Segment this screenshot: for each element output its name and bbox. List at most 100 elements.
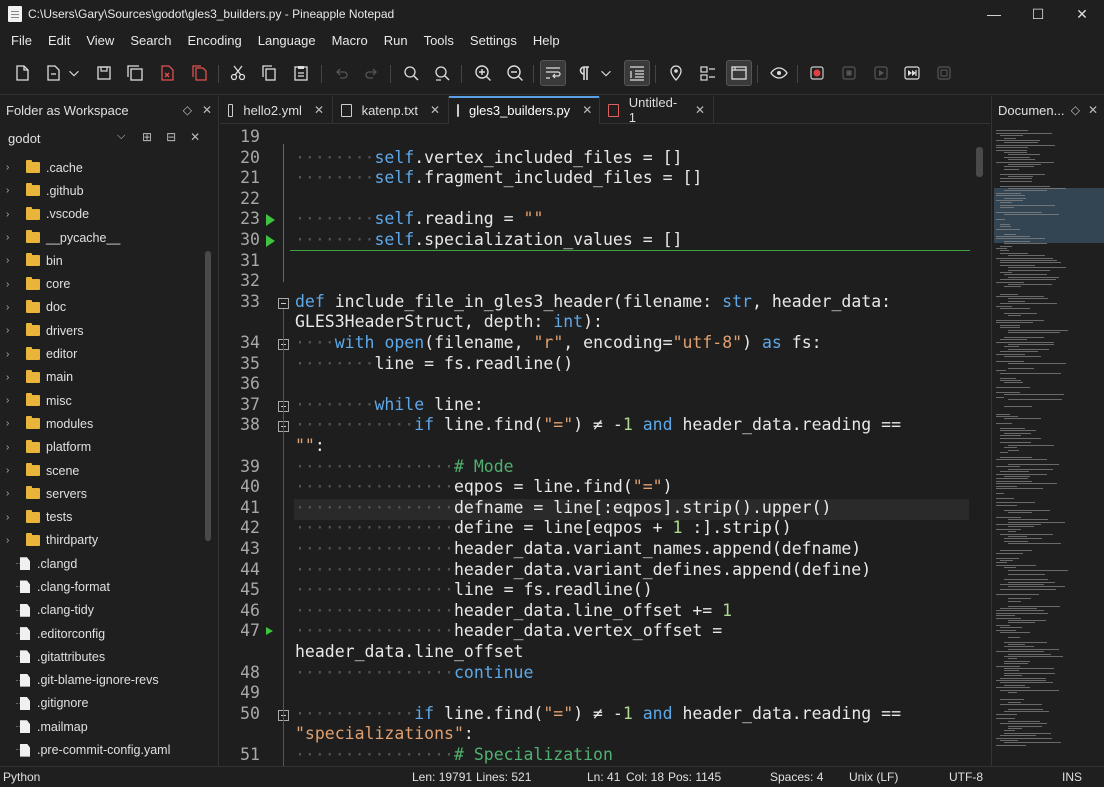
tree-folder-item[interactable]: › core [0, 272, 205, 295]
save-macro-icon[interactable] [931, 60, 957, 86]
open-file-icon[interactable] [40, 60, 66, 86]
tree-folder-item[interactable]: › .cache [0, 156, 205, 179]
tree-file-item[interactable]: .pre-commit-config.yaml [0, 738, 205, 761]
chevron-right-icon[interactable]: › [6, 185, 16, 196]
status-language[interactable]: Python [3, 770, 40, 784]
tree-file-item[interactable]: .gitignore [0, 692, 205, 715]
folder-workspace-icon[interactable] [726, 60, 752, 86]
indent-guide-icon[interactable] [624, 60, 650, 86]
close-icon[interactable]: ✕ [202, 103, 212, 117]
menu-edit[interactable]: Edit [40, 33, 78, 48]
chevron-down-icon[interactable]: ⌵ [117, 130, 125, 143]
pin-icon[interactable]: ◇ [1071, 103, 1080, 117]
menu-tools[interactable]: Tools [416, 33, 462, 48]
tree-folder-item[interactable]: › bin [0, 249, 205, 272]
status-encoding[interactable]: UTF-8 [949, 770, 983, 784]
paste-icon[interactable] [288, 60, 314, 86]
close-icon[interactable]: ✕ [430, 103, 440, 117]
close-button[interactable]: ✕ [1060, 0, 1104, 28]
new-file-icon[interactable] [9, 60, 35, 86]
code-editor[interactable]: 19 20 ········self.vertex_included_files =… [220, 124, 990, 766]
tree-file-item[interactable]: .git-blame-ignore-revs [0, 669, 205, 692]
editor-scrollbar-thumb[interactable] [976, 147, 983, 177]
undo-icon[interactable] [328, 60, 354, 86]
tree-folder-item[interactable]: › editor [0, 342, 205, 365]
find-icon[interactable] [398, 60, 424, 86]
tab-gles3-builders[interactable]: gles3_builders.py ✕ [449, 96, 600, 124]
cut-icon[interactable] [225, 60, 251, 86]
save-all-icon[interactable] [122, 60, 148, 86]
zoom-in-icon[interactable] [470, 60, 496, 86]
collapse-all-icon[interactable]: ⊟ [166, 130, 176, 144]
tree-file-item[interactable]: .editorconfig [0, 622, 205, 645]
play-macro-icon[interactable] [868, 60, 894, 86]
close-icon[interactable]: ✕ [1088, 103, 1098, 117]
chevron-right-icon[interactable]: › [6, 349, 16, 360]
chevron-down-icon[interactable] [598, 60, 614, 86]
show-whitespace-icon[interactable] [572, 60, 598, 86]
save-icon[interactable] [91, 60, 117, 86]
close-icon[interactable]: ✕ [695, 103, 705, 117]
tab-untitled[interactable]: Untitled-1 ✕ [600, 95, 714, 125]
tree-folder-item[interactable]: › tests [0, 505, 205, 528]
tree-folder-item[interactable]: › misc [0, 389, 205, 412]
tree-folder-item[interactable]: › platform [0, 436, 205, 459]
menu-search[interactable]: Search [122, 33, 179, 48]
tree-folder-item[interactable]: › main [0, 366, 205, 389]
chevron-right-icon[interactable]: › [6, 535, 16, 546]
tree-folder-item[interactable]: › servers [0, 482, 205, 505]
close-file-icon[interactable] [154, 60, 180, 86]
maximize-button[interactable]: ☐ [1016, 0, 1060, 28]
chevron-right-icon[interactable]: › [6, 512, 16, 523]
tree-file-item[interactable]: .clangd [0, 552, 205, 575]
eye-icon[interactable] [766, 60, 792, 86]
menu-encoding[interactable]: Encoding [180, 33, 250, 48]
menu-macro[interactable]: Macro [324, 33, 376, 48]
menu-settings[interactable]: Settings [462, 33, 525, 48]
close-all-icon[interactable] [186, 60, 212, 86]
close-icon[interactable]: ✕ [314, 103, 324, 117]
tree-folder-item[interactable]: › thirdparty [0, 529, 205, 552]
chevron-right-icon[interactable]: › [6, 255, 16, 266]
chevron-right-icon[interactable]: › [6, 442, 16, 453]
tree-file-item[interactable]: .clang-tidy [0, 599, 205, 622]
stop-macro-icon[interactable] [836, 60, 862, 86]
chevron-right-icon[interactable]: › [6, 302, 16, 313]
chevron-right-icon[interactable]: › [6, 372, 16, 383]
minimap-viewport[interactable] [994, 188, 1104, 243]
location-pin-icon[interactable] [663, 60, 689, 86]
record-macro-icon[interactable] [804, 60, 830, 86]
chevron-right-icon[interactable]: › [6, 325, 16, 336]
pin-icon[interactable]: ◇ [183, 103, 192, 117]
chevron-right-icon[interactable]: › [6, 232, 16, 243]
chevron-right-icon[interactable]: › [6, 279, 16, 290]
tree-file-item[interactable]: .mailmap [0, 715, 205, 738]
tree-folder-item[interactable]: › drivers [0, 319, 205, 342]
tab-katenp[interactable]: katenp.txt ✕ [333, 96, 449, 124]
find-replace-icon[interactable] [429, 60, 455, 86]
chevron-right-icon[interactable]: › [6, 465, 16, 476]
word-wrap-icon[interactable] [540, 60, 566, 86]
expand-all-icon[interactable]: ⊞ [142, 130, 152, 144]
tree-file-item[interactable]: .clang-format [0, 575, 205, 598]
tree-folder-item[interactable]: › .github [0, 179, 205, 202]
chevron-right-icon[interactable]: › [6, 162, 16, 173]
zoom-out-icon[interactable] [502, 60, 528, 86]
status-eol[interactable]: Unix (LF) [849, 770, 898, 784]
tree-folder-item[interactable]: › doc [0, 296, 205, 319]
chevron-right-icon[interactable]: › [6, 395, 16, 406]
fold-toggle-icon[interactable] [278, 297, 289, 309]
chevron-down-icon[interactable] [66, 60, 82, 86]
chevron-right-icon[interactable]: › [6, 418, 16, 429]
tree-folder-item[interactable]: › modules [0, 412, 205, 435]
tree-folder-item[interactable]: › .vscode [0, 203, 205, 226]
redo-icon[interactable] [359, 60, 385, 86]
minimize-button[interactable]: — [972, 0, 1016, 28]
document-map-icon[interactable] [695, 60, 721, 86]
menu-view[interactable]: View [78, 33, 122, 48]
status-indentation[interactable]: Spaces: 4 [770, 770, 823, 784]
editor-scrollbar-track[interactable] [970, 124, 990, 766]
menu-help[interactable]: Help [525, 33, 568, 48]
tree-folder-item[interactable]: › scene [0, 459, 205, 482]
document-minimap[interactable] [994, 126, 1104, 756]
